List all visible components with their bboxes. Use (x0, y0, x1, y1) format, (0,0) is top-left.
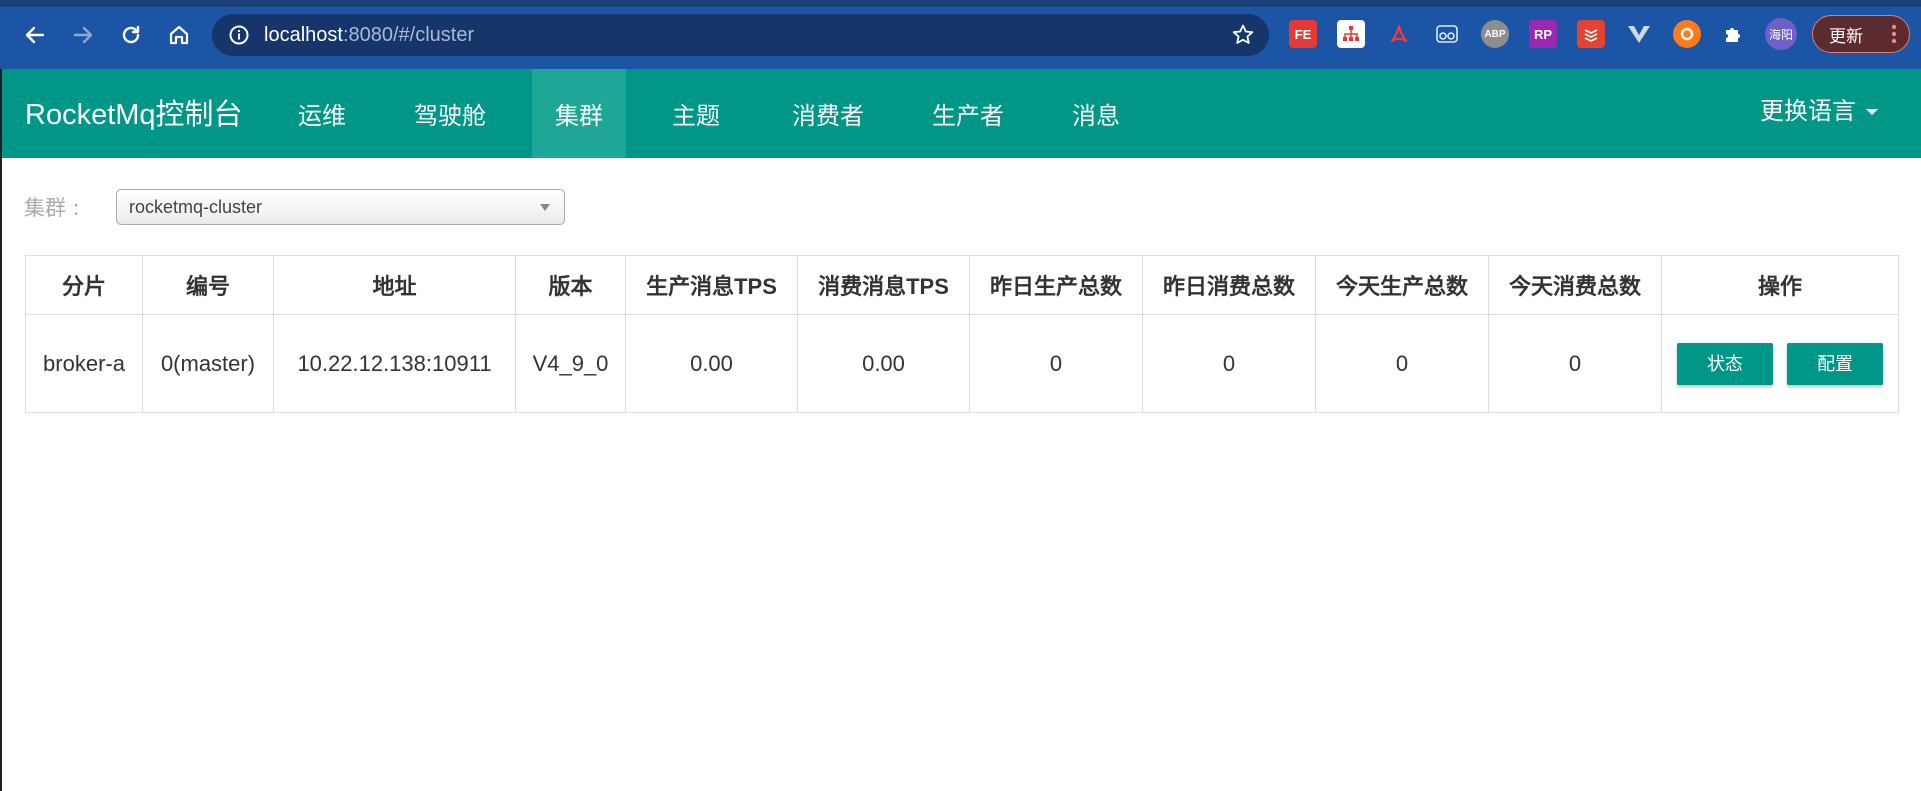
nav-item-topic[interactable]: 主题 (649, 69, 743, 158)
back-arrow-icon (25, 26, 45, 44)
header-produce-tps: 生产消息TPS (625, 255, 798, 315)
nav-item-producer[interactable]: 生产者 (913, 69, 1023, 158)
header-shard: 分片 (25, 255, 143, 315)
abp-extension-icon[interactable]: ABP (1481, 20, 1509, 48)
nav-item-message[interactable]: 消息 (1049, 69, 1143, 158)
url-host: localhost (264, 24, 343, 46)
cell-today-consume: 0 (1488, 314, 1662, 413)
address-bar[interactable]: localhost:8080/#/cluster (212, 14, 1269, 56)
cell-yesterday-consume: 0 (1142, 314, 1316, 413)
header-yesterday-consume: 昨日消费总数 (1142, 255, 1316, 315)
fe-helper-icon[interactable]: FE (1289, 20, 1317, 48)
cluster-select-value: rocketmq-cluster (129, 197, 263, 217)
update-label: 更新 (1829, 26, 1863, 46)
cell-id: 0(master) (142, 314, 274, 413)
nav-item-cluster[interactable]: 集群 (532, 69, 626, 158)
update-button[interactable]: 更新 (1812, 15, 1910, 53)
cell-consume-tps: 0.00 (797, 314, 970, 413)
url-path: :8080/#/cluster (342, 24, 475, 46)
header-id: 编号 (142, 255, 274, 315)
header-today-consume: 今天消费总数 (1488, 255, 1662, 315)
more-menu-icon (1891, 24, 1897, 44)
header-address: 地址 (273, 255, 516, 315)
forward-button[interactable] (68, 20, 98, 50)
cell-version: V4_9_0 (515, 314, 626, 413)
home-button[interactable] (164, 20, 194, 50)
caret-down-icon (1866, 109, 1878, 115)
vue-devtools-extension-icon[interactable] (1625, 20, 1653, 48)
tab-strip (0, 0, 1921, 7)
app-navbar: RocketMq控制台 运维 驾驶舱 集群 主题 消费者 生产者 消息 更换语言 (2, 69, 1921, 158)
reload-icon (122, 25, 140, 44)
header-consume-tps: 消费消息TPS (797, 255, 970, 315)
cell-actions: 状态 配置 (1661, 314, 1899, 413)
extensions-puzzle-icon[interactable] (1719, 20, 1747, 48)
home-icon (169, 25, 189, 45)
todoist-extension-icon[interactable] (1577, 20, 1605, 48)
back-button[interactable] (20, 20, 50, 50)
app-brand[interactable]: RocketMq控制台 (25, 91, 243, 133)
cell-today-produce: 0 (1315, 314, 1489, 413)
profile-avatar[interactable]: 海阳 (1765, 18, 1797, 50)
sitemap-extension-icon[interactable] (1337, 20, 1365, 48)
cell-yesterday-produce: 0 (969, 314, 1143, 413)
forward-arrow-icon (73, 26, 93, 44)
nav-item-ops[interactable]: 运维 (274, 69, 370, 158)
url-text: localhost:8080/#/cluster (264, 24, 474, 47)
language-label: 更换语言 (1760, 97, 1856, 125)
table-row: broker-a 0(master) 10.22.12.138:10911 V4… (25, 314, 1899, 413)
reader-extension-icon[interactable] (1433, 20, 1461, 48)
cell-produce-tps: 0.00 (625, 314, 798, 413)
cell-shard: broker-a (25, 314, 143, 413)
reload-button[interactable] (116, 20, 146, 50)
nav-item-dashboard[interactable]: 驾驶舱 (395, 69, 505, 158)
cluster-filter-label: 集群 : (24, 196, 80, 220)
browser-toolbar: localhost:8080/#/cluster FE ABP RP 海阳 更新 (0, 0, 1921, 69)
table-header-row: 分片 编号 地址 版本 生产消息TPS 消费消息TPS 昨日生产总数 昨日消费总… (25, 255, 1899, 315)
status-button[interactable]: 状态 (1676, 342, 1773, 385)
rp-extension-icon[interactable]: RP (1529, 20, 1557, 48)
language-dropdown[interactable]: 更换语言 (1760, 91, 1878, 126)
config-button[interactable]: 配置 (1787, 342, 1884, 385)
header-actions: 操作 (1661, 255, 1899, 315)
header-version: 版本 (515, 255, 626, 315)
site-info-icon[interactable] (228, 24, 250, 46)
acrobat-extension-icon[interactable] (1385, 20, 1413, 48)
lifebuoy-extension-icon[interactable] (1673, 20, 1701, 48)
cluster-select[interactable]: rocketmq-cluster (116, 189, 565, 225)
bookmark-star-icon[interactable] (1231, 23, 1255, 47)
header-yesterday-produce: 昨日生产总数 (969, 255, 1143, 315)
dropdown-arrow-icon (540, 204, 550, 211)
broker-table: 分片 编号 地址 版本 生产消息TPS 消费消息TPS 昨日生产总数 昨日消费总… (25, 255, 1899, 413)
cell-address: 10.22.12.138:10911 (273, 314, 516, 413)
nav-item-consumer[interactable]: 消费者 (773, 69, 883, 158)
header-today-produce: 今天生产总数 (1315, 255, 1489, 315)
